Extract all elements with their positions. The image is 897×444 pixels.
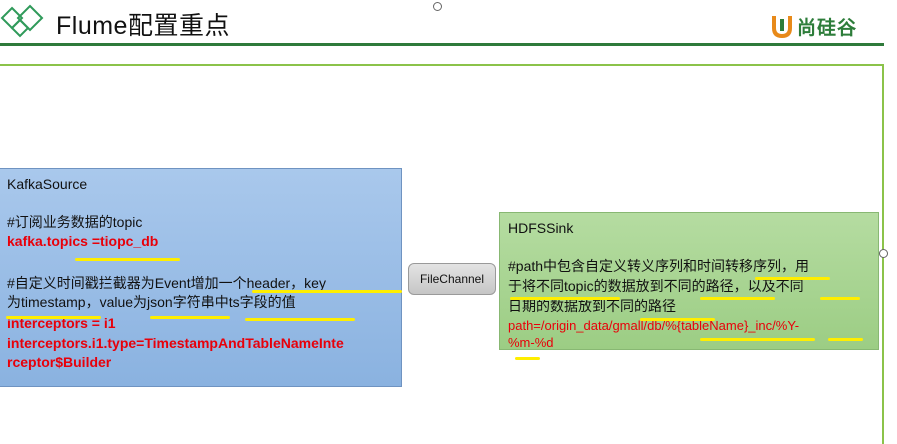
kafka-source-node[interactable]: KafkaSource #订阅业务数据的topic kafka.topics =… — [0, 168, 402, 387]
hdfs-comment-1: #path中包含自定义转义序列和时间转移序列，用 — [508, 258, 810, 274]
kafka-interceptor-type-1: interceptors.i1.type=TimestampAndTableNa… — [7, 335, 344, 351]
hdfs-sink-node[interactable]: HDFSSink #path中包含自定义转义序列和时间转移序列，用 于将不同to… — [499, 212, 879, 350]
highlight-stroke — [75, 258, 180, 261]
brand-u-icon — [772, 16, 792, 39]
highlight-stroke — [700, 297, 775, 300]
hdfs-sink-title: HDFSSink — [508, 220, 574, 236]
highlight-stroke — [700, 338, 815, 341]
brand-name: 尚硅谷 — [797, 17, 858, 39]
highlight-stroke — [820, 297, 860, 300]
kafka-source-title: KafkaSource — [7, 176, 88, 192]
highlight-stroke — [515, 357, 540, 360]
highlight-stroke — [828, 338, 863, 341]
hdfs-path-config-2: %m-%d — [508, 335, 554, 350]
highlight-stroke — [252, 290, 402, 293]
diamond-logo-icon — [0, 4, 44, 38]
kafka-interceptor-comment-2: 为timestamp，value为json字符串中ts字段的值 — [7, 294, 296, 310]
highlight-stroke — [245, 318, 355, 321]
title-rule — [0, 43, 884, 46]
highlight-stroke — [755, 277, 830, 280]
kafka-topic-comment: #订阅业务数据的topic — [7, 214, 143, 230]
highlight-stroke — [640, 318, 715, 321]
highlight-stroke — [510, 297, 620, 300]
file-channel-node[interactable]: FileChannel — [408, 263, 496, 295]
highlight-stroke — [6, 316, 101, 319]
slide-title: Flume配置重点 — [56, 12, 230, 40]
kafka-topics-config: kafka.topics =tiopc_db — [7, 233, 159, 249]
brand-logo: 尚硅谷 — [770, 12, 857, 40]
kafka-interceptor-type-2: rceptor$Builder — [7, 354, 112, 370]
highlight-stroke — [150, 316, 230, 319]
selection-handle-top[interactable] — [433, 2, 442, 11]
selection-handle-right[interactable] — [879, 249, 888, 258]
